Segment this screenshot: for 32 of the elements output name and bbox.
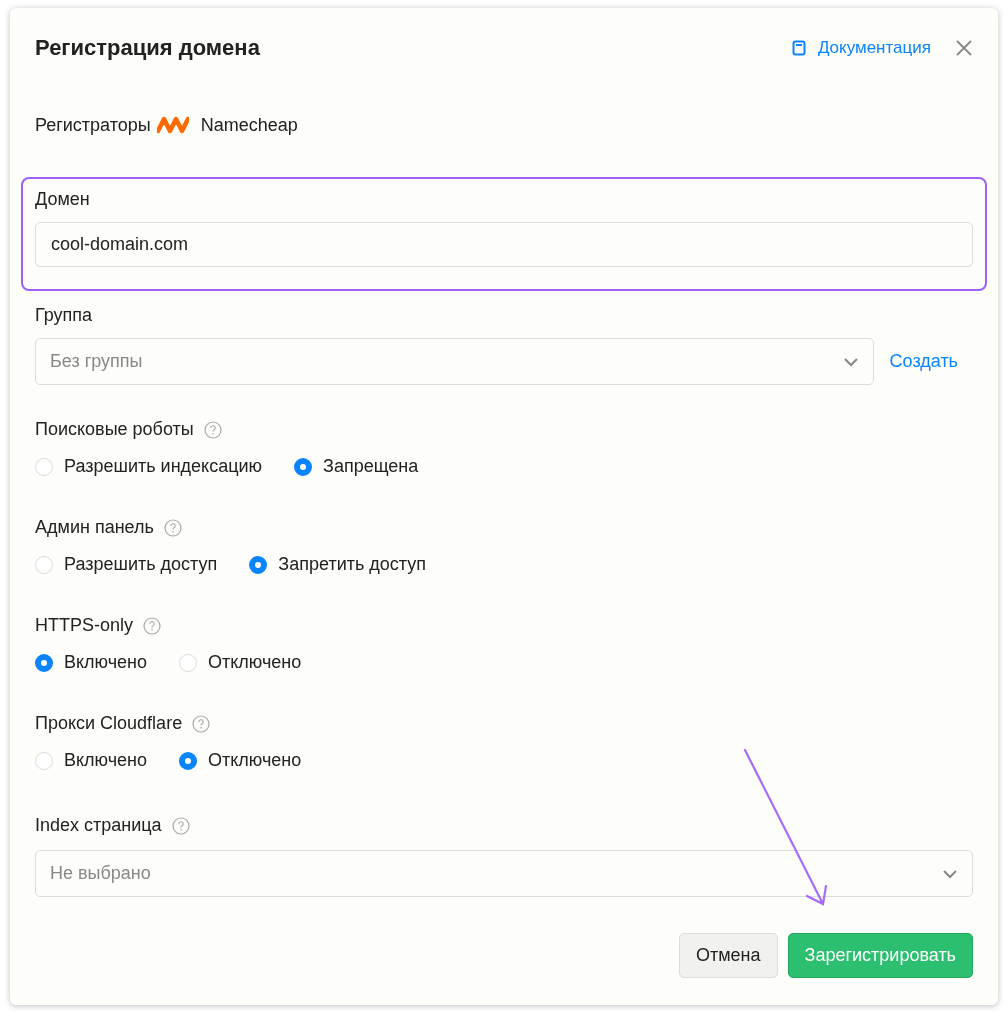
chevron-icon: [842, 356, 859, 367]
radio-option[interactable]: Запретить доступ: [249, 554, 426, 575]
domain-label: Домен: [35, 189, 91, 210]
radio-option[interactable]: Разрешить индексацию: [35, 456, 263, 477]
radio-option[interactable]: Отключено: [179, 652, 302, 673]
documentation-link[interactable]: Документация: [791, 38, 931, 58]
radio-option[interactable]: Включено: [35, 652, 148, 673]
cancel-button[interactable]: Отмена: [678, 933, 778, 978]
logo-icon: [156, 116, 189, 134]
help-icon[interactable]: [163, 518, 182, 537]
index-page-label: Index страница: [35, 815, 162, 836]
radio-option[interactable]: Включено: [35, 750, 148, 771]
group-label: Группа: [35, 305, 94, 326]
radio-option[interactable]: Запрещена: [294, 456, 419, 477]
close-button[interactable]: [955, 39, 973, 57]
help-icon[interactable]: [171, 816, 190, 835]
option-label: Прокси Cloudflare: [35, 713, 183, 734]
create-link[interactable]: Создать: [889, 351, 958, 372]
chevron-icon: [942, 868, 958, 879]
radio-option[interactable]: Отключено: [179, 750, 302, 771]
option-label: Админ панель: [35, 517, 154, 538]
option-label: HTTPS-only: [35, 615, 133, 636]
help-icon[interactable]: [203, 420, 222, 439]
domain-input-field[interactable]: cool-domain.com: [35, 222, 973, 267]
radio-option[interactable]: Разрешить доступ: [35, 554, 218, 575]
dialog-title: Регистрация домена: [35, 35, 261, 61]
help-icon[interactable]: [143, 616, 161, 635]
help-icon[interactable]: [192, 714, 211, 733]
option-label: Поисковые роботы: [35, 419, 194, 440]
book-icon: [791, 40, 806, 56]
registrar-label: Регистраторы: [35, 114, 151, 136]
registrar-name: Namecheap: [200, 114, 298, 136]
